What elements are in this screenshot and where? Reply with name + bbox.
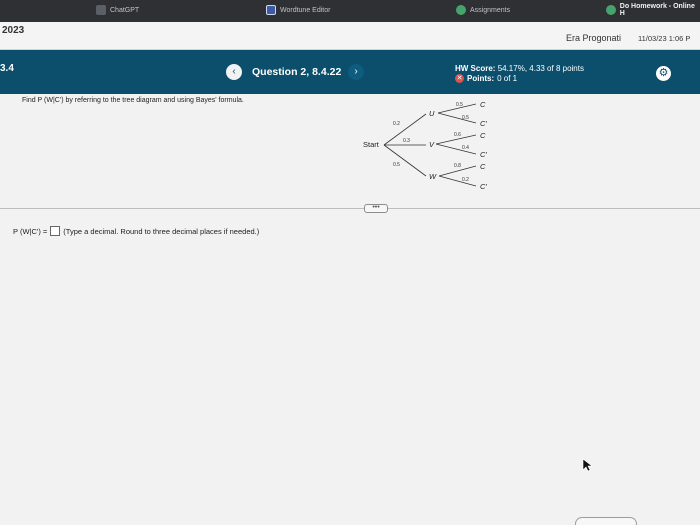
question-title: Question 2, 8.4.22 [252, 66, 342, 78]
answer-label: P (W|C') = [13, 226, 48, 236]
tree-prob-w-c: 0.8 [454, 163, 461, 169]
section-number: 3.4 [0, 63, 14, 74]
tree-branch-w-cprime [438, 175, 477, 187]
tree-outcome-v-cprime: C' [480, 150, 487, 159]
tree-prob-w-cprime: 0.2 [462, 177, 469, 183]
tree-node-u: U [429, 109, 435, 118]
pearson-icon [606, 5, 616, 15]
tree-node-v: V [429, 140, 435, 149]
chatgpt-icon [96, 5, 106, 15]
tree-prob-v-cprime: 0.4 [462, 145, 469, 151]
answer-row: P (W|C') = (Type a decimal. Round to thr… [13, 226, 259, 236]
tree-diagram: Start U V W C C' C C' C C' 0.2 0.3 0.5 0… [363, 100, 487, 191]
tree-start-label: Start [363, 140, 380, 149]
points-value: 0 of 1 [497, 74, 518, 83]
browser-tab-chatgpt[interactable]: ChatGPT [96, 3, 139, 17]
answer-instruction: (Type a decimal. Round to three decimal … [63, 226, 260, 236]
tree-prob-start-w: 0.5 [393, 162, 400, 168]
question-content: Find P (W|C') by referring to the tree d… [0, 94, 700, 525]
bottom-action-button[interactable] [575, 517, 637, 525]
incorrect-x-icon: ✕ [455, 74, 464, 83]
tree-prob-u-c: 0.5 [456, 102, 463, 108]
previous-question-button[interactable]: ‹ [226, 64, 242, 80]
browser-tab-assignments[interactable]: Assignments [456, 3, 510, 17]
tree-outcome-w-c: C [480, 162, 486, 171]
mouse-cursor-icon [582, 458, 592, 472]
tree-outcome-w-cprime: C' [480, 182, 487, 191]
points-label: Points: [467, 74, 495, 83]
current-datetime: 11/03/23 1:06 P [638, 34, 691, 43]
browser-tab-do-homework[interactable]: Do Homework - Online H [606, 3, 700, 17]
browser-tab-label: Wordtune Editor [280, 6, 331, 14]
course-year: 2023 [2, 25, 25, 36]
wordtune-icon [266, 5, 276, 15]
hw-score-value: 54.17%, 4.33 of 8 points [497, 64, 584, 73]
tree-outcome-u-c: C [480, 100, 486, 109]
tree-prob-v-c: 0.6 [454, 132, 461, 138]
browser-tab-wordtune[interactable]: Wordtune Editor [266, 3, 330, 17]
next-question-button[interactable]: › [348, 64, 364, 80]
tree-node-w: W [429, 172, 437, 181]
pearson-icon [456, 5, 466, 15]
browser-tab-strip: ChatGPT Wordtune Editor Assignments Do H… [0, 0, 700, 22]
settings-gear-icon[interactable]: ⚙ [656, 66, 671, 81]
points-status: ✕ Points: 0 of 1 [455, 74, 517, 83]
hw-score-label: HW Score: [455, 64, 496, 73]
question-prompt: Find P (W|C') by referring to the tree d… [22, 97, 244, 104]
answer-input[interactable] [50, 226, 61, 236]
tree-branch-v-cprime [435, 143, 477, 155]
tree-branch-start-w [383, 144, 427, 177]
course-header: 2023 Era Progonati 11/03/23 1:06 P [0, 22, 700, 50]
tree-prob-start-v: 0.3 [403, 138, 410, 144]
browser-tab-label: Assignments [470, 6, 511, 14]
expand-toggle-button[interactable]: ••• [364, 204, 388, 213]
tree-outcome-u-cprime: C' [480, 119, 487, 128]
browser-tab-label: Do Homework - Online H [619, 3, 695, 17]
content-divider [0, 208, 700, 209]
tree-prob-u-cprime: 0.5 [462, 115, 469, 121]
hw-score: HW Score: 54.17%, 4.33 of 8 points [455, 64, 584, 73]
tree-outcome-v-c: C [480, 131, 486, 140]
question-nav-bar: 3.4 ‹ Question 2, 8.4.22 › HW Score: 54.… [0, 50, 700, 94]
browser-tab-label: ChatGPT [110, 6, 140, 14]
tree-branch-u-cprime [437, 112, 477, 124]
user-name[interactable]: Era Progonati [566, 33, 621, 43]
tree-prob-start-u: 0.2 [393, 121, 400, 127]
